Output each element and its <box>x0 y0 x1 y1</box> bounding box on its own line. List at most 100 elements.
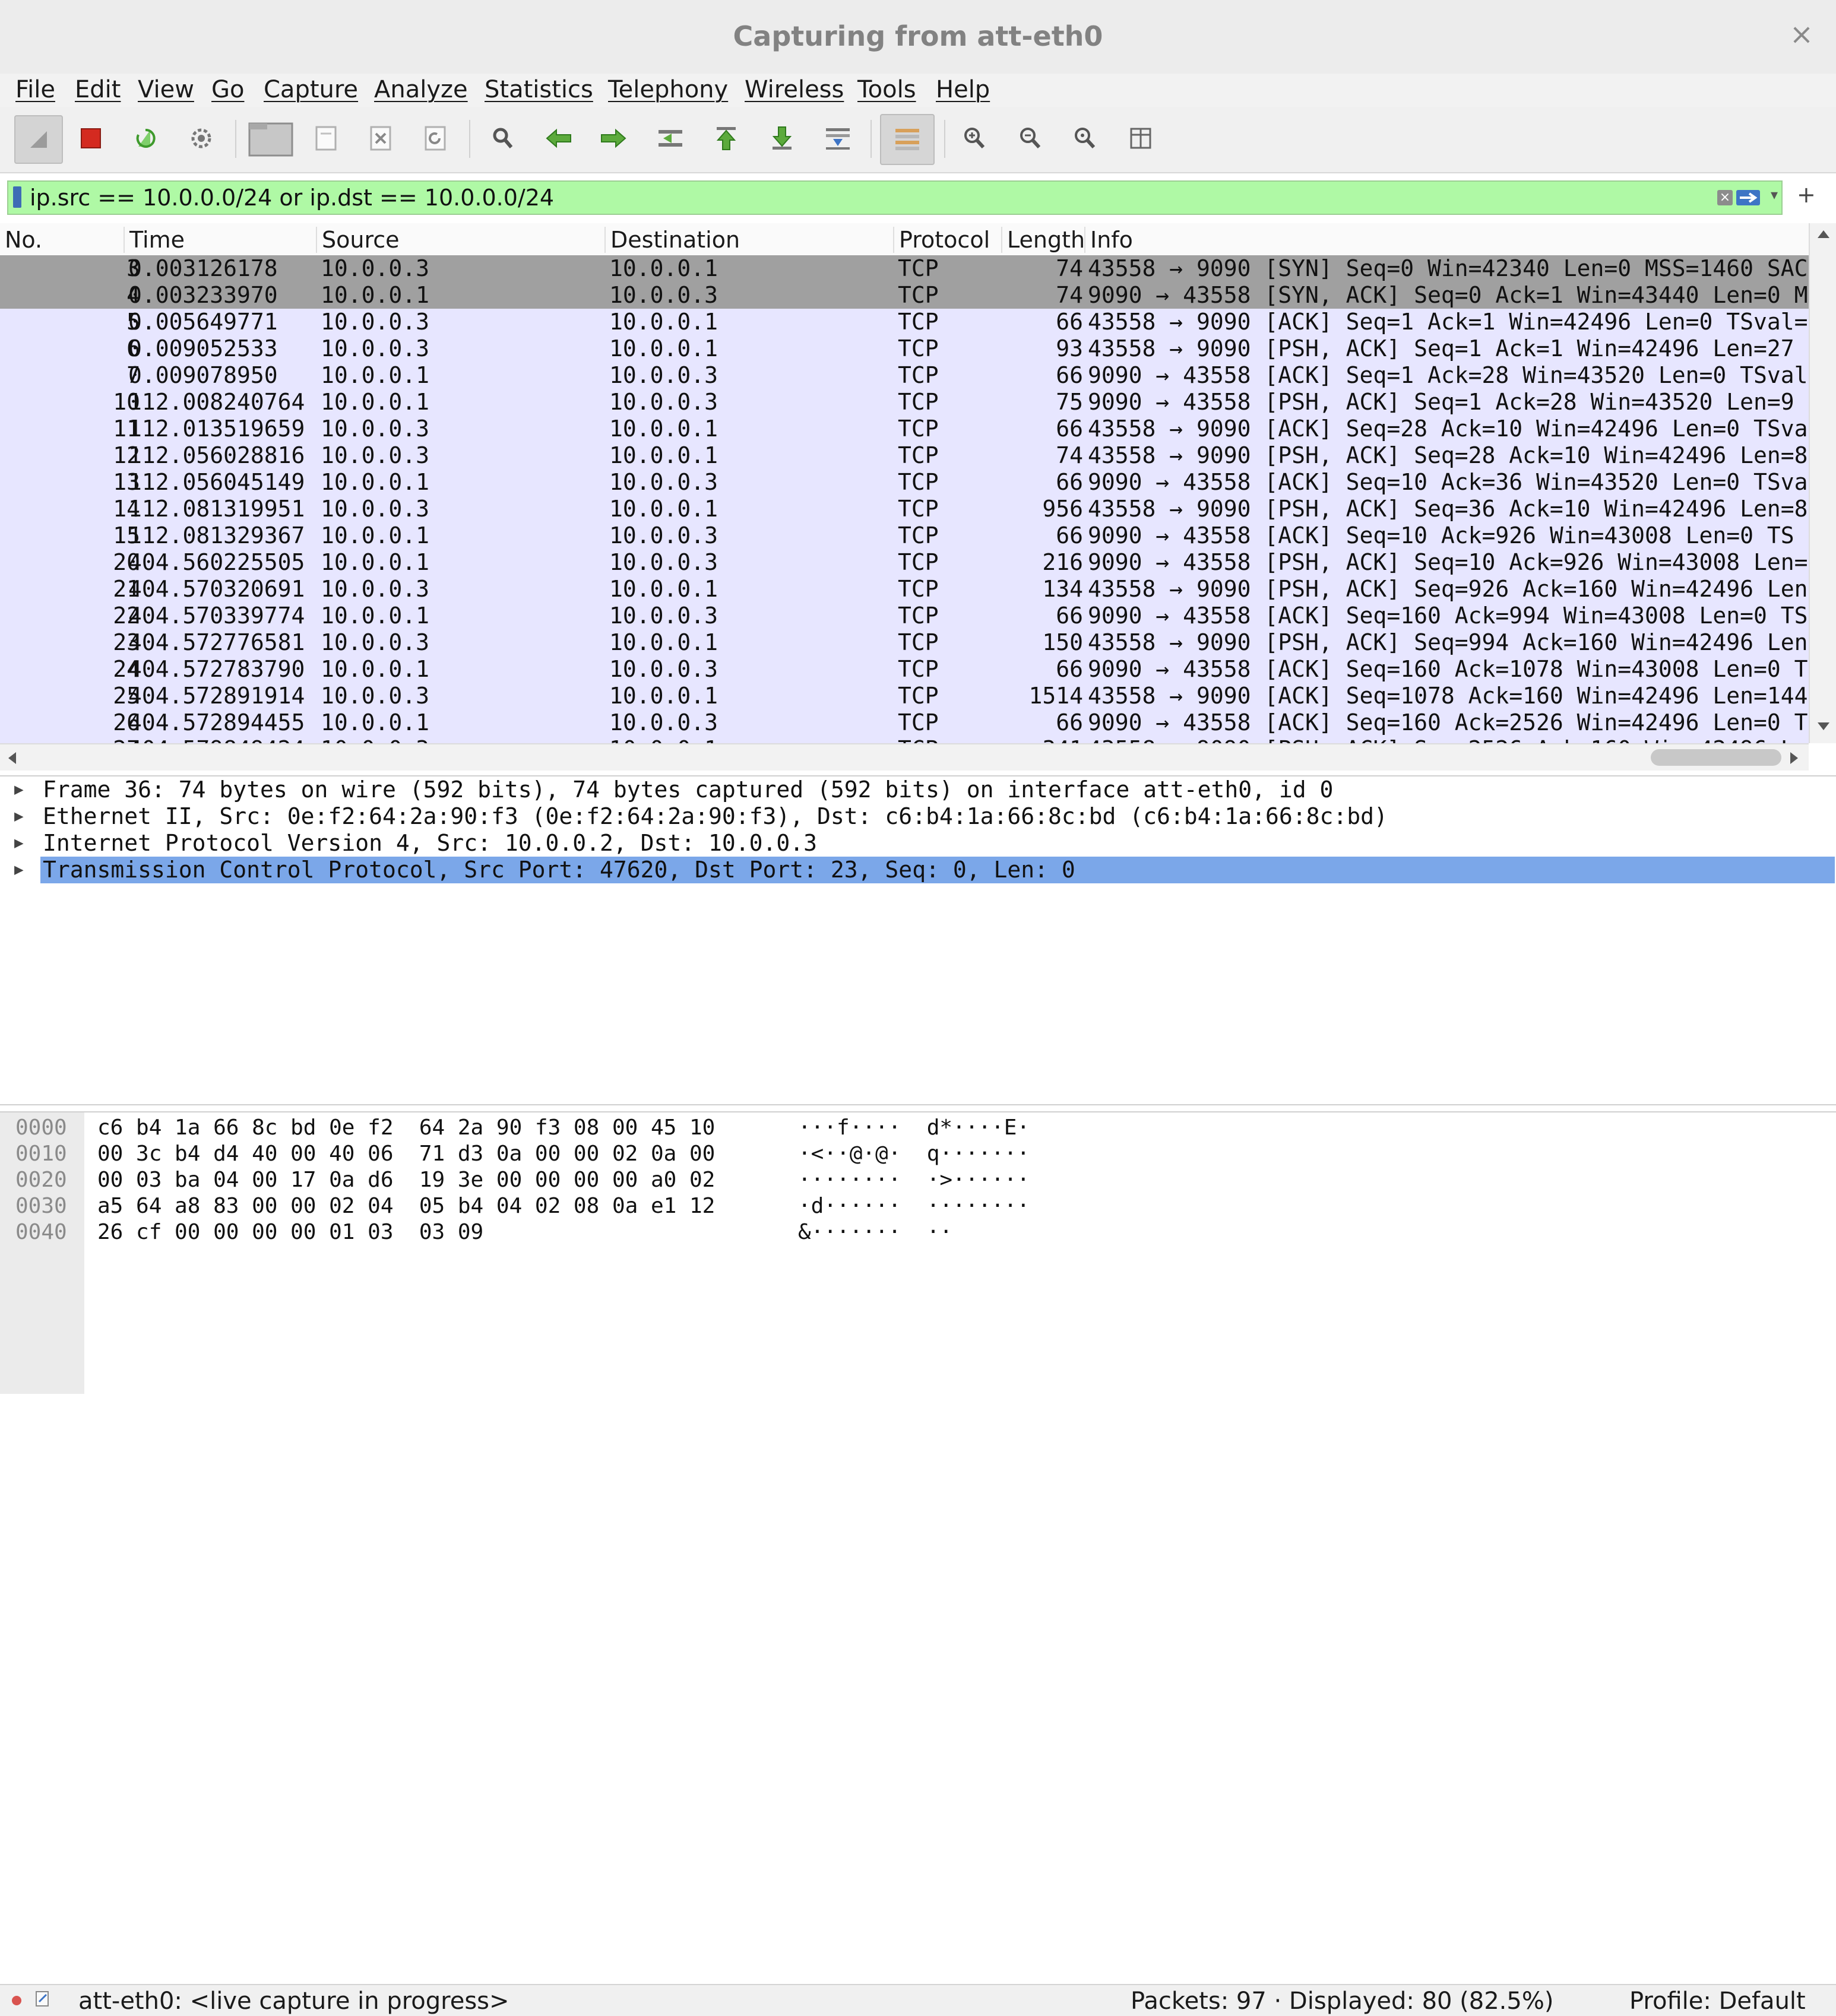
filter-history-dropdown[interactable]: ▾ <box>1771 186 1778 203</box>
packet-row[interactable]: 5 0.005649771 10.0.0.3 10.0.0.1 TCP 66 43558 →… <box>0 309 1809 335</box>
packet-row[interactable]: 21 404.570320691 10.0.0.3 10.0.0.1 TCP 134 435… <box>0 576 1809 603</box>
detail-tree-item[interactable]: ▶ Internet Protocol Version 4, Src: 10.0.… <box>0 830 1836 857</box>
reload-file-icon[interactable] <box>414 118 456 159</box>
cell-no: 4 <box>126 282 140 308</box>
packet-row[interactable]: 6 0.009052533 10.0.0.3 10.0.0.1 TCP 93 43558 →… <box>0 335 1809 362</box>
bytes-hex[interactable]: 00 03 ba 04 00 17 0a d6 19 3e 00 00 00 0… <box>97 1167 715 1193</box>
capture-options-icon[interactable] <box>181 118 222 159</box>
cell-protocol: TCP <box>898 736 999 743</box>
normal-size-icon[interactable] <box>1064 118 1106 159</box>
go-back-icon[interactable] <box>538 118 580 159</box>
packet-list-horizontal-scrollbar[interactable] <box>0 743 1809 771</box>
bytes-offset[interactable]: 0010 <box>15 1141 67 1167</box>
packet-row[interactable]: 15 112.081329367 10.0.0.1 10.0.0.3 TCP 66 9090… <box>0 522 1809 549</box>
expand-arrow-icon[interactable]: ▶ <box>14 830 32 857</box>
column-header-length[interactable]: Length <box>1002 227 1085 253</box>
bytes-ascii[interactable]: ·<··@·@· q······· <box>798 1141 1030 1167</box>
menu-go[interactable]: Go <box>211 76 244 103</box>
cell-length: 66 <box>1056 469 1083 495</box>
add-filter-button[interactable]: + <box>1797 182 1816 208</box>
cell-protocol: TCP <box>898 576 939 602</box>
column-header-no[interactable]: No. <box>0 227 125 253</box>
packet-list-vertical-scrollbar[interactable] <box>1809 223 1836 743</box>
bytes-ascii[interactable]: ···f···· d*····E· <box>798 1115 1030 1141</box>
menu-wireless[interactable]: Wireless <box>745 76 844 103</box>
packet-row[interactable]: 4 0.003233970 10.0.0.1 10.0.0.3 TCP 74 9090 → … <box>0 282 1809 309</box>
find-packet-icon[interactable] <box>482 118 524 159</box>
packet-row[interactable]: 26 404.572894455 10.0.0.1 10.0.0.3 TCP 66 9090… <box>0 709 1809 736</box>
menu-help[interactable]: Help <box>936 76 990 103</box>
menu-capture[interactable]: Capture <box>264 76 358 103</box>
column-header-source[interactable]: Source <box>317 227 606 253</box>
filter-bookmark-icon[interactable] <box>13 186 21 208</box>
column-header-time[interactable]: Time <box>125 227 317 253</box>
clear-filter-icon[interactable]: × <box>1717 190 1733 205</box>
go-to-packet-icon[interactable] <box>650 118 691 159</box>
bytes-offset[interactable]: 0020 <box>15 1167 67 1193</box>
packet-row[interactable]: 3 0.003126178 10.0.0.3 10.0.0.1 TCP 74 43558 →… <box>0 255 1809 282</box>
bytes-ascii[interactable]: ·d······ ········ <box>798 1193 1030 1219</box>
cell-source: 10.0.0.3 <box>321 736 600 743</box>
stop-capture-icon[interactable] <box>70 118 112 159</box>
go-forward-icon[interactable] <box>593 118 634 159</box>
packet-row[interactable]: 12 112.056028816 10.0.0.3 10.0.0.1 TCP 74 4355… <box>0 442 1809 469</box>
close-button[interactable]: × <box>1784 17 1819 52</box>
first-packet-icon[interactable] <box>705 118 747 159</box>
column-header-protocol[interactable]: Protocol <box>894 227 1002 253</box>
packet-row[interactable]: 7 0.009078950 10.0.0.1 10.0.0.3 TCP 66 9090 → … <box>0 362 1809 389</box>
menu-telephony[interactable]: Telephony <box>608 76 728 103</box>
cell-destination: 10.0.0.3 <box>609 603 718 629</box>
capture-comment-icon[interactable] <box>34 1990 51 2012</box>
detail-tree-item[interactable]: ▶ Frame 36: 74 bytes on wire (592 bits), … <box>0 776 1836 803</box>
close-file-icon[interactable] <box>360 118 401 159</box>
restart-capture-icon[interactable] <box>125 118 166 159</box>
display-filter-input[interactable] <box>30 183 1722 213</box>
start-capture-icon[interactable] <box>14 115 63 164</box>
menu-edit[interactable]: Edit <box>75 76 121 103</box>
bytes-offset[interactable]: 0000 <box>15 1115 67 1141</box>
packet-row[interactable]: 10 112.008240764 10.0.0.1 10.0.0.3 TCP 75 9090… <box>0 389 1809 416</box>
open-file-icon[interactable] <box>247 118 295 159</box>
save-file-icon[interactable] <box>305 118 347 159</box>
bytes-offset[interactable]: 0030 <box>15 1193 67 1219</box>
bytes-hex[interactable]: c6 b4 1a 66 8c bd 0e f2 64 2a 90 f3 08 0… <box>97 1115 715 1141</box>
bytes-hex[interactable]: 00 3c b4 d4 40 00 40 06 71 d3 0a 00 00 0… <box>97 1141 715 1167</box>
last-packet-icon[interactable] <box>761 118 803 159</box>
column-header-destination[interactable]: Destination <box>606 227 894 253</box>
packet-row[interactable]: 11 112.013519659 10.0.0.3 10.0.0.1 TCP 66 4355… <box>0 416 1809 442</box>
expand-arrow-icon[interactable]: ▶ <box>14 776 32 803</box>
detail-tree-item[interactable]: ▶ Ethernet II, Src: 0e:f2:64:2a:90:f3 (0e… <box>0 803 1836 830</box>
packet-row[interactable]: 27404.579849424 10.0.0.3 10.0.0.1 TCP341 435… <box>0 736 1809 743</box>
menu-analyze[interactable]: Analyze <box>374 76 468 103</box>
scrollbar-thumb[interactable] <box>1816 478 1830 532</box>
expand-arrow-icon[interactable]: ▶ <box>14 857 32 883</box>
bytes-hex[interactable]: a5 64 a8 83 00 00 02 04 05 b4 04 02 08 0… <box>97 1193 715 1219</box>
column-header-info[interactable]: Info <box>1085 227 1809 253</box>
colorize-icon[interactable] <box>880 114 935 165</box>
menu-statistics[interactable]: Statistics <box>485 76 593 103</box>
cell-protocol: TCP <box>898 496 939 522</box>
menu-file[interactable]: File <box>15 76 55 103</box>
packet-row[interactable]: 25 404.572891914 10.0.0.3 10.0.0.1 TCP 1514 43… <box>0 683 1809 709</box>
resize-columns-icon[interactable] <box>1120 118 1161 159</box>
horizontal-scrollbar-thumb[interactable] <box>1651 749 1781 766</box>
bytes-ascii[interactable]: &······· ·· <box>798 1219 952 1245</box>
zoom-out-icon[interactable] <box>1009 118 1051 159</box>
bytes-ascii[interactable]: ········ ·>······ <box>798 1167 1030 1193</box>
status-profile[interactable]: Profile: Default <box>1629 1988 1806 2015</box>
apply-filter-icon[interactable] <box>1736 190 1760 205</box>
detail-tree-item[interactable]: ▶ Transmission Control Protocol, Src Port… <box>0 857 1836 883</box>
packet-row[interactable]: 23 404.572776581 10.0.0.3 10.0.0.1 TCP 150 435… <box>0 629 1809 656</box>
packet-row[interactable]: 22 404.570339774 10.0.0.1 10.0.0.3 TCP 66 9090… <box>0 603 1809 629</box>
expand-arrow-icon[interactable]: ▶ <box>14 803 32 830</box>
bytes-hex[interactable]: 26 cf 00 00 00 00 01 03 03 09 <box>97 1219 483 1245</box>
packet-row[interactable]: 24 404.572783790 10.0.0.1 10.0.0.3 TCP 66 9090… <box>0 656 1809 683</box>
packet-row[interactable]: 20 404.560225505 10.0.0.1 10.0.0.3 TCP 216 909… <box>0 549 1809 576</box>
menu-view[interactable]: View <box>138 76 194 103</box>
bytes-offset[interactable]: 0040 <box>15 1219 67 1245</box>
packet-row[interactable]: 14 112.081319951 10.0.0.3 10.0.0.1 TCP 956 435… <box>0 496 1809 522</box>
packet-row[interactable]: 13 112.056045149 10.0.0.1 10.0.0.3 TCP 66 9090… <box>0 469 1809 496</box>
menu-tools[interactable]: Tools <box>857 76 916 103</box>
auto-scroll-icon[interactable] <box>817 118 859 159</box>
zoom-in-icon[interactable] <box>954 118 995 159</box>
